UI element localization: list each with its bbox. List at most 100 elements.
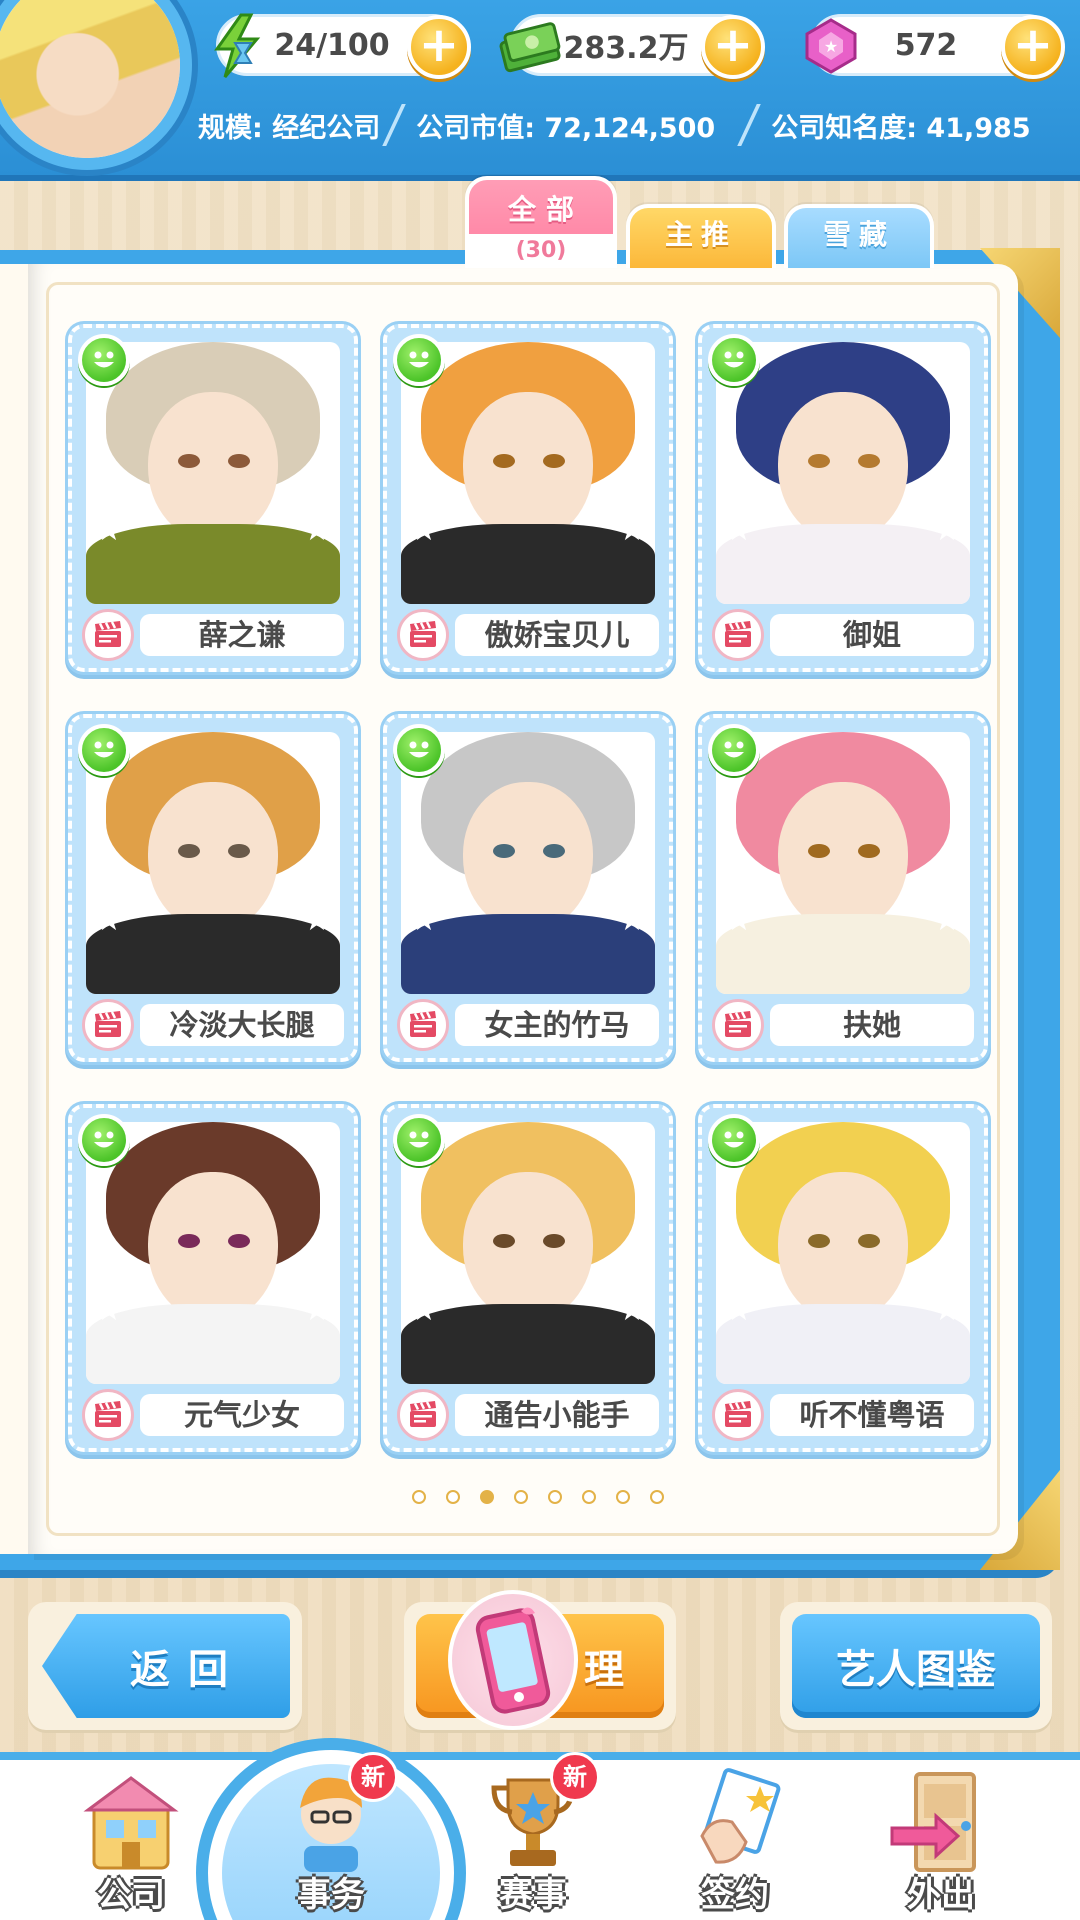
stamina-bar: 24/100 + (214, 13, 471, 79)
nav-contract-label: 签约 (701, 1875, 769, 1915)
clapperboard-icon (82, 1389, 134, 1441)
star-icon: ★ (618, 513, 646, 548)
star-icon: ★ (410, 1293, 438, 1328)
money-plus-button[interactable]: + (701, 15, 765, 79)
clapperboard-icon (82, 609, 134, 661)
artist-name: 听不懂粤语 (770, 1394, 974, 1436)
artist-portrait: ★ ★ (401, 1122, 655, 1384)
artist-portrait: ★ ★ (716, 1122, 970, 1384)
clapperboard-icon (397, 609, 449, 661)
artist-card[interactable]: ★ ★ 女主的竹马 (383, 714, 673, 1062)
portrait-eye (178, 844, 200, 858)
artist-portrait: ★ ★ (86, 342, 340, 604)
nav-events[interactable]: 新 赛事 (458, 1752, 608, 1920)
artist-grid: ★ ★ 薛之谦 ★ ★ 傲娇宝贝儿 ★ ★ 御姐 ★ ★ 冷淡大长腿 ★ ★ 女… (68, 324, 988, 1452)
artist-card[interactable]: ★ ★ 听不懂粤语 (698, 1104, 988, 1452)
portrait-eye (228, 844, 250, 858)
portrait-eye (178, 1234, 200, 1248)
portrait-eye (228, 1234, 250, 1248)
gem-icon: ★ (799, 11, 863, 81)
artist-card[interactable]: ★ ★ 薛之谦 (68, 324, 358, 672)
company-fame: 公司知名度: 41,985 (753, 98, 1048, 152)
gem-plus-button[interactable]: + (1001, 15, 1065, 79)
happy-mood-icon (393, 334, 445, 386)
contract-icon (680, 1766, 790, 1876)
nav-company[interactable]: 公司 (56, 1760, 206, 1920)
artist-card[interactable]: ★ ★ 通告小能手 (383, 1104, 673, 1452)
artist-card[interactable]: ★ ★ 傲娇宝贝儿 (383, 324, 673, 672)
artist-card[interactable]: ★ ★ 御姐 (698, 324, 988, 672)
nav-outing-label: 外出 (907, 1875, 975, 1915)
tab-all-label: 全部 (507, 193, 584, 226)
artist-portrait: ★ ★ (716, 342, 970, 604)
happy-mood-icon (393, 724, 445, 776)
artist-portrait: ★ ★ (716, 732, 970, 994)
artist-portrait: ★ ★ (86, 1122, 340, 1384)
avatar-image (0, 0, 180, 158)
portrait-eye (808, 1234, 830, 1248)
happy-mood-icon (708, 1114, 760, 1166)
portrait-eye (858, 454, 880, 468)
portrait-eye (858, 1234, 880, 1248)
clapperboard-icon (82, 999, 134, 1051)
page-dot[interactable] (412, 1490, 426, 1504)
artist-name: 元气少女 (140, 1394, 344, 1436)
artist-name: 冷淡大长腿 (140, 1004, 344, 1046)
happy-mood-icon (708, 724, 760, 776)
clapperboard-icon (397, 999, 449, 1051)
portrait-face (778, 782, 908, 932)
star-icon: ★ (725, 903, 753, 938)
clapperboard-icon (712, 609, 764, 661)
portrait-face (778, 392, 908, 542)
star-icon: ★ (95, 513, 123, 548)
page-dot[interactable] (582, 1490, 596, 1504)
star-icon: ★ (410, 513, 438, 548)
player-avatar[interactable] (0, 0, 192, 170)
star-icon: ★ (303, 513, 331, 548)
nav-contract[interactable]: 签约 (660, 1760, 810, 1920)
tab-featured[interactable]: 主推 (626, 204, 776, 268)
page-dot[interactable] (548, 1490, 562, 1504)
portrait-eye (808, 454, 830, 468)
artist-card[interactable]: ★ ★ 冷淡大长腿 (68, 714, 358, 1062)
artist-name-row: 薛之谦 (82, 609, 344, 661)
portrait-eye (858, 844, 880, 858)
portrait-face (463, 392, 593, 542)
star-icon: ★ (725, 1293, 753, 1328)
artist-name: 扶她 (770, 1004, 974, 1046)
star-icon: ★ (933, 903, 961, 938)
clapperboard-icon (397, 1389, 449, 1441)
tab-all[interactable]: 全部 (30) (465, 176, 617, 268)
star-icon: ★ (725, 513, 753, 548)
nav-affairs[interactable]: 新 事务 (256, 1752, 406, 1920)
stamina-plus-button[interactable]: + (407, 15, 471, 79)
page-dot[interactable] (650, 1490, 664, 1504)
page-dot[interactable] (514, 1490, 528, 1504)
portrait-face (778, 1172, 908, 1322)
artist-name: 御姐 (770, 614, 974, 656)
page-dot[interactable] (446, 1490, 460, 1504)
tab-all-count: (30) (469, 234, 613, 268)
nav-outing[interactable]: 外出 (866, 1760, 1016, 1920)
page-indicator (412, 1490, 664, 1504)
artist-name-row: 听不懂粤语 (712, 1389, 974, 1441)
happy-mood-icon (78, 724, 130, 776)
phone-icon[interactable] (448, 1590, 578, 1730)
portrait-face (148, 782, 278, 932)
portrait-eye (178, 454, 200, 468)
tab-hidden[interactable]: 雪藏 (784, 204, 934, 268)
star-icon: ★ (618, 903, 646, 938)
artist-name-row: 女主的竹马 (397, 999, 659, 1051)
back-button[interactable]: 返回 (42, 1614, 290, 1718)
star-icon: ★ (933, 1293, 961, 1328)
artist-card[interactable]: ★ ★ 元气少女 (68, 1104, 358, 1452)
company-scale: 规模: 经纪公司 (198, 112, 381, 144)
artist-card[interactable]: ★ ★ 扶她 (698, 714, 988, 1062)
page-dot-active[interactable] (480, 1490, 494, 1504)
gem-bar: ★ 572 + (805, 14, 1065, 79)
door-icon (886, 1766, 996, 1876)
artist-name-row: 冷淡大长腿 (82, 999, 344, 1051)
clapperboard-icon (712, 1389, 764, 1441)
artist-gallery-button[interactable]: 艺人图鉴 (792, 1614, 1040, 1718)
page-dot[interactable] (616, 1490, 630, 1504)
